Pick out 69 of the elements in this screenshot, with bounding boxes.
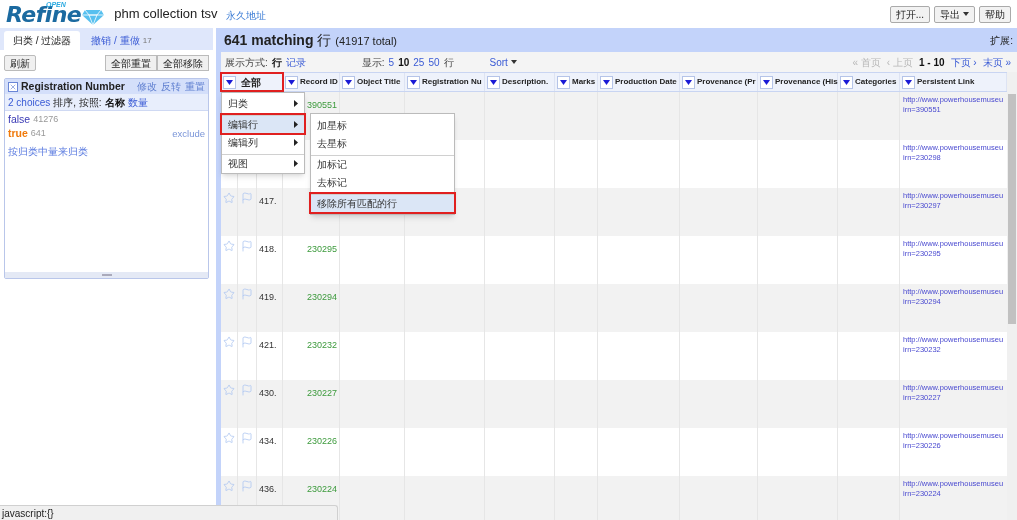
record-id: 230232 [306,340,337,350]
column-header[interactable]: Categories [838,73,900,91]
page-size-link[interactable]: 25 [413,54,425,70]
refresh-button[interactable]: 刷新 [4,55,36,71]
choice-count: 41276 [33,113,59,127]
sort-label: 排序, 按照: [53,95,102,110]
record-id: 390551 [306,100,337,110]
sort-option[interactable]: 数量 [127,94,148,110]
panel-tab[interactable]: 撤销 / 重做 17 [82,31,161,50]
menu-item[interactable]: 加标记 [311,155,454,173]
row-index: 436. [259,484,277,494]
column-header[interactable]: Production Date [598,73,680,91]
column-header[interactable]: Object Title [340,73,405,91]
toolbar-button[interactable]: 打开... [889,5,930,23]
menu-item[interactable]: 去标记 [311,173,454,191]
cluster-link[interactable]: 按归类中量来归类 [8,144,205,159]
pager-link[interactable]: 末页 » [982,54,1011,70]
column-header[interactable]: Persistent Link [900,73,1007,91]
menu-item[interactable]: 去星标 [311,134,454,152]
row-index: 419. [259,292,277,302]
column-header[interactable]: Provenance (Pr [680,73,758,91]
page-size-link[interactable]: 10 [398,54,410,70]
page-size-label: 显示: [361,55,385,70]
record-id: 230294 [306,292,337,302]
view-mode-link[interactable]: 记录 [285,54,306,70]
menu-item[interactable]: 移除所有匹配的行 [311,194,454,212]
toolbar-button[interactable]: 全部移除 [157,55,209,71]
record-id: 230227 [306,388,337,398]
record-id: 230226 [306,436,337,446]
choices-count[interactable]: 2 choices [8,94,51,110]
facet-choice[interactable]: false [8,112,31,128]
page-size-unit: 行 [443,55,454,70]
facet-title: Registration Number [21,78,125,94]
menu-item[interactable]: 视图 [222,154,304,172]
row-index: 417. [259,196,277,206]
menu-item[interactable]: 归类 [222,94,304,112]
toolbar-button[interactable]: 全部重置 [105,55,157,71]
page-size-link[interactable]: 50 [428,54,440,70]
column-header[interactable]: Description. [485,73,555,91]
status-bar: javascript:{} [0,505,338,520]
row-index: 421. [259,340,277,350]
row-index: 434. [259,436,277,446]
row-index: 418. [259,244,277,254]
menu-item[interactable]: 编辑列 [222,133,304,151]
sort-option[interactable]: 名称 [104,94,125,110]
sort-button[interactable]: Sort [489,54,517,70]
toolbar-button[interactable]: 帮助 [979,5,1011,23]
choice-count: 641 [30,127,46,141]
project-name: phm collection tsv [114,5,218,24]
panel-tab[interactable]: 归类 / 过滤器 [4,31,81,50]
record-id: 230295 [306,244,337,254]
permalink[interactable]: 永久地址 [225,8,266,23]
column-header[interactable]: Registration Nu [405,73,485,91]
show-as-label: 展示方式: [225,55,268,70]
pager-link[interactable]: 下页 › [950,54,977,70]
toolbar-button[interactable]: 导出 [934,5,975,23]
menu-item[interactable]: 编辑行 [222,115,304,133]
extensions-label: 扩展: [990,33,1013,48]
column-header[interactable]: 全部 [221,73,283,91]
column-header[interactable]: Marks [555,73,598,91]
row-index: 430. [259,388,277,398]
page-size-link[interactable]: 5 [388,54,395,70]
record-id: 230224 [306,484,337,494]
page-range: 1 - 10 [918,55,945,70]
view-mode-link[interactable]: 行 [271,54,282,70]
menu-item[interactable]: 加星标 [311,116,454,134]
column-header[interactable]: Provenance (His [758,73,838,91]
result-summary: 641 matching 行 (41917 total) [224,30,398,50]
column-header[interactable]: Record ID [283,73,340,91]
